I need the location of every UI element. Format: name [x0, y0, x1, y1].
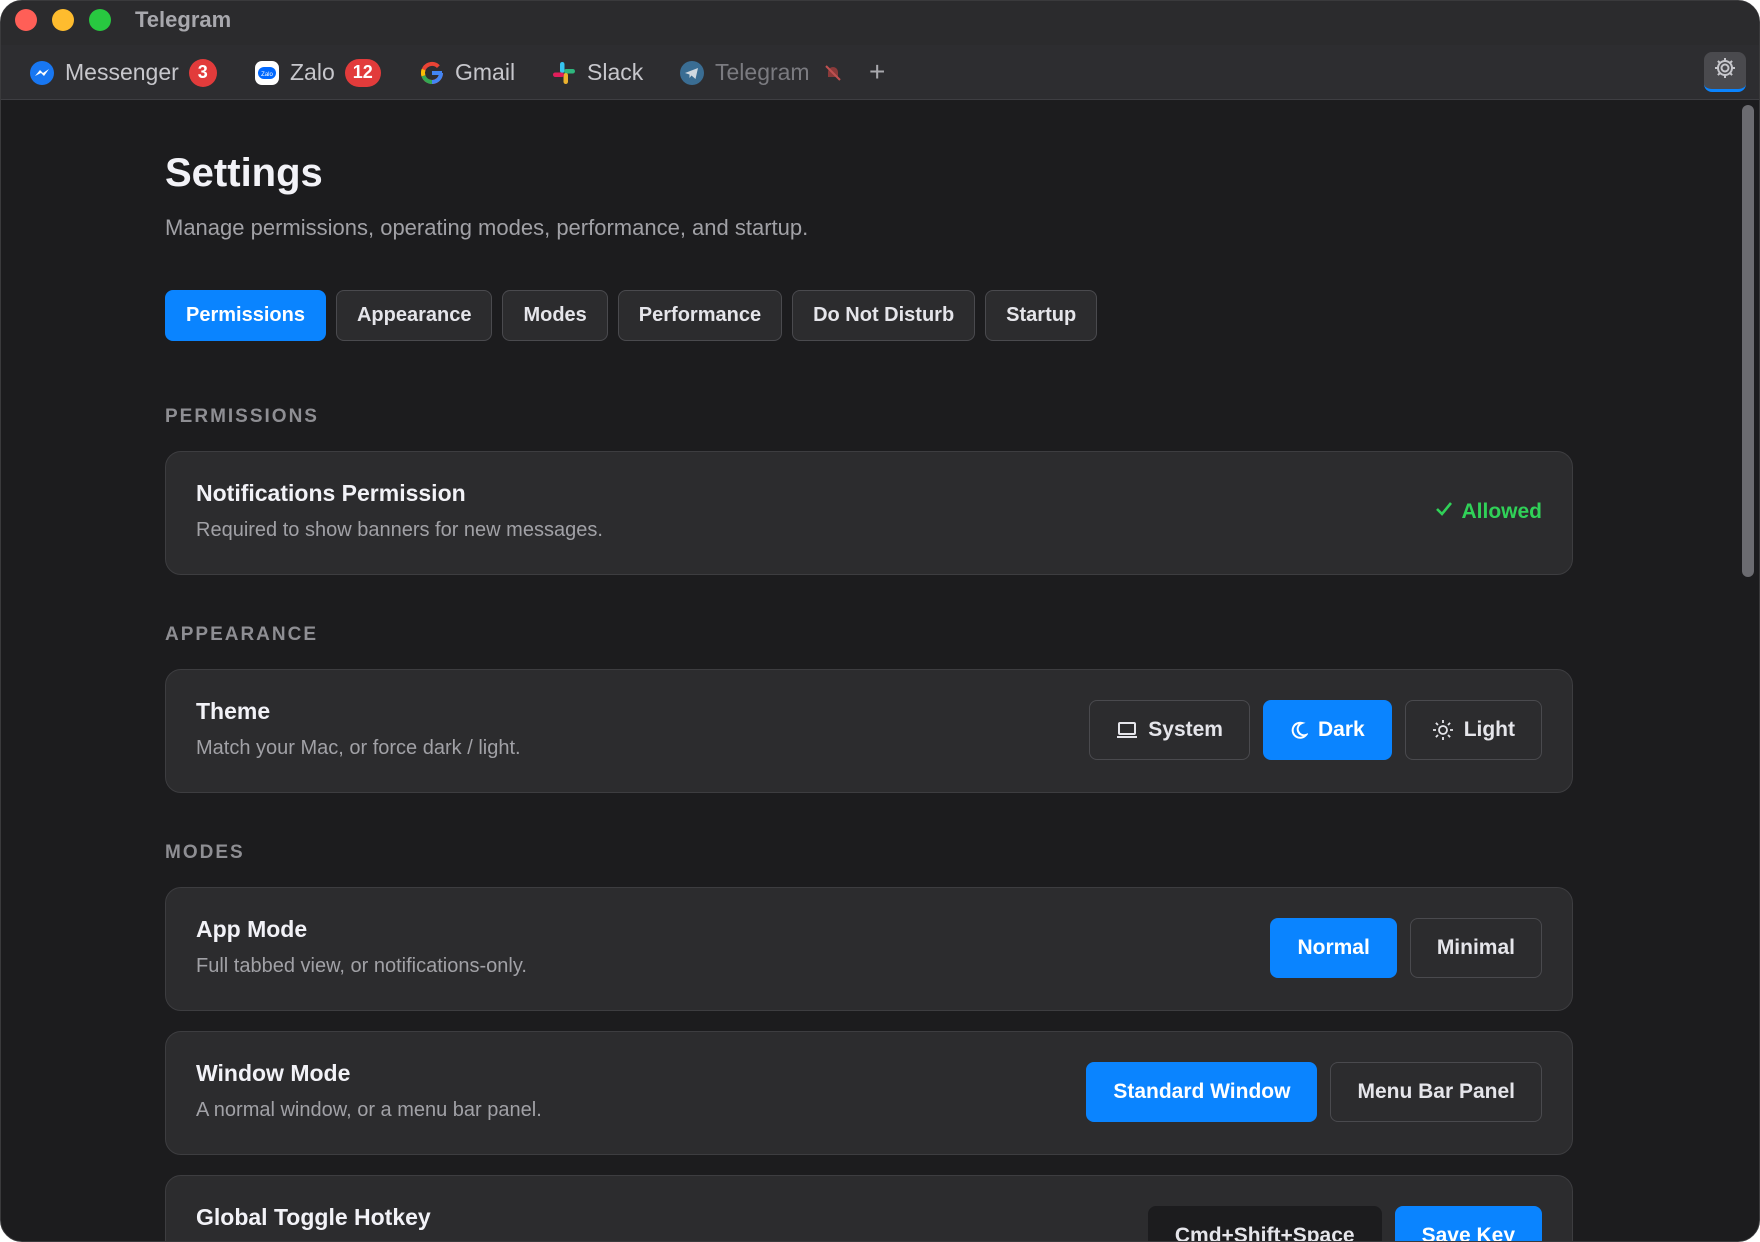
sun-icon — [1432, 719, 1454, 741]
zalo-icon: Zalo — [254, 60, 280, 86]
unread-badge: 12 — [344, 58, 381, 87]
permission-status: Allowed — [1435, 500, 1542, 524]
service-tab-telegram[interactable]: Telegram — [679, 45, 846, 100]
section-label-appearance: APPEARANCE — [165, 624, 319, 645]
hotkey-field[interactable]: Cmd+Shift+Space — [1147, 1206, 1382, 1241]
tab-appearance[interactable]: Appearance — [335, 290, 493, 341]
card-title: Global Toggle Hotkey — [196, 1204, 431, 1230]
scrollbar-thumb[interactable] — [1742, 105, 1754, 577]
card-title: Theme — [196, 698, 271, 724]
button-label: Dark — [1317, 718, 1365, 741]
muted-bell-icon — [820, 60, 846, 86]
page-subtitle: Manage permissions, operating modes, per… — [165, 215, 809, 240]
window-mode-selector: Standard Window Menu Bar Panel — [1086, 1062, 1542, 1122]
zoom-window-button[interactable] — [89, 9, 111, 31]
theme-dark-button[interactable]: Dark — [1262, 700, 1392, 760]
theme-system-button[interactable]: System — [1089, 700, 1250, 760]
menu-bar-panel-button[interactable]: Menu Bar Panel — [1330, 1062, 1542, 1122]
title-bar: Telegram — [1, 1, 1759, 45]
gmail-icon — [419, 60, 445, 86]
theme-selector: System Dark Light — [1089, 700, 1542, 760]
service-tab-label: Telegram — [715, 59, 810, 85]
telegram-icon — [679, 60, 705, 86]
moon-icon — [1290, 721, 1308, 739]
service-tab-label: Slack — [587, 59, 644, 85]
service-tab-strip: Messenger 3 Zalo Zalo 12 Gmail Slack Tel… — [1, 45, 1759, 100]
window-title: Telegram — [135, 7, 232, 32]
tab-permissions[interactable]: Permissions — [165, 290, 326, 341]
service-tab-messenger[interactable]: Messenger 3 — [29, 45, 217, 100]
close-window-button[interactable] — [15, 9, 37, 31]
tab-do-not-disturb[interactable]: Do Not Disturb — [792, 290, 976, 341]
add-tab-button[interactable]: + — [869, 55, 885, 89]
service-tab-label: Gmail — [455, 59, 516, 85]
service-tab-label: Zalo — [290, 59, 335, 85]
service-tab-label: Messenger — [65, 59, 179, 85]
card-description: Required to show banners for new message… — [196, 519, 603, 541]
theme-card: Theme Match your Mac, or force dark / li… — [165, 669, 1573, 793]
save-key-button[interactable]: Save Key — [1394, 1206, 1542, 1241]
card-title: Window Mode — [196, 1060, 351, 1086]
notifications-permission-card: Notifications Permission Required to sho… — [165, 451, 1573, 575]
tab-modes[interactable]: Modes — [502, 290, 608, 341]
card-description: Match your Mac, or force dark / light. — [196, 737, 521, 759]
laptop-icon — [1116, 721, 1138, 739]
settings-tabs: Permissions Appearance Modes Performance… — [165, 290, 1098, 341]
settings-button[interactable] — [1704, 52, 1746, 92]
messenger-icon — [29, 60, 55, 86]
section-label-modes: MODES — [165, 842, 245, 863]
app-window: Telegram Messenger 3 Zalo Zalo 12 Gmail … — [0, 0, 1760, 1242]
global-hotkey-card: Global Toggle Hotkey Cmd+Shift+Space Sav… — [165, 1175, 1573, 1241]
tab-startup[interactable]: Startup — [985, 290, 1098, 341]
standard-window-button[interactable]: Standard Window — [1086, 1062, 1318, 1122]
app-mode-selector: Normal Minimal — [1270, 918, 1542, 978]
service-tab-zalo[interactable]: Zalo Zalo 12 — [254, 45, 381, 100]
card-description: A normal window, or a menu bar panel. — [196, 1099, 542, 1121]
section-label-permissions: PERMISSIONS — [165, 406, 319, 427]
theme-light-button[interactable]: Light — [1404, 700, 1542, 760]
card-description: Full tabbed view, or notifications-only. — [196, 955, 527, 977]
page-title: Settings — [165, 151, 323, 195]
app-mode-normal-button[interactable]: Normal — [1270, 918, 1397, 978]
card-title: Notifications Permission — [196, 480, 466, 506]
button-label: Light — [1463, 718, 1515, 741]
unread-badge: 3 — [188, 58, 217, 87]
checkmark-icon — [1435, 500, 1453, 524]
service-tab-gmail[interactable]: Gmail — [419, 45, 515, 100]
permission-status-label: Allowed — [1461, 500, 1542, 523]
gear-icon — [1713, 56, 1737, 85]
hotkey-controls: Cmd+Shift+Space Save Key — [1147, 1206, 1542, 1241]
service-tab-slack[interactable]: Slack — [551, 45, 643, 100]
slack-icon — [551, 60, 577, 86]
minimize-window-button[interactable] — [52, 9, 74, 31]
window-mode-card: Window Mode A normal window, or a menu b… — [165, 1031, 1573, 1155]
tab-performance[interactable]: Performance — [617, 290, 783, 341]
app-mode-minimal-button[interactable]: Minimal — [1409, 918, 1542, 978]
card-title: App Mode — [196, 916, 308, 942]
app-mode-card: App Mode Full tabbed view, or notificati… — [165, 887, 1573, 1011]
button-label: System — [1148, 718, 1223, 741]
svg-text:Zalo: Zalo — [261, 72, 273, 78]
